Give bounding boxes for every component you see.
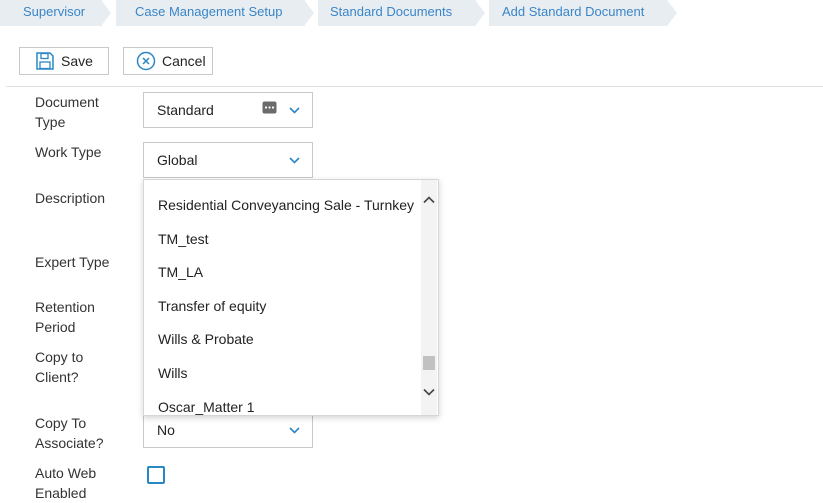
breadcrumb: Supervisor Case Management Setup Standar… bbox=[0, 0, 823, 26]
breadcrumb-item-add-standard-document[interactable]: Add Standard Document bbox=[489, 0, 677, 26]
breadcrumb-item-standard-documents[interactable]: Standard Documents bbox=[318, 0, 487, 26]
work-type-select[interactable]: Global bbox=[143, 142, 313, 178]
retention-period-label: Retention Period bbox=[35, 299, 95, 335]
expert-type-label: Expert Type bbox=[35, 254, 110, 270]
dropdown-option[interactable]: TM_test bbox=[158, 231, 209, 247]
breadcrumb-label: Case Management Setup bbox=[135, 4, 283, 19]
chevron-down-icon bbox=[289, 427, 300, 434]
auto-web-enabled-checkbox[interactable] bbox=[147, 466, 165, 484]
chevron-down-icon[interactable] bbox=[423, 387, 435, 397]
breadcrumb-separator-icon bbox=[476, 0, 487, 26]
copy-to-client-label: Copy to Client? bbox=[35, 349, 84, 385]
document-type-value: Standard bbox=[157, 102, 214, 118]
document-type-select[interactable]: Standard bbox=[143, 92, 313, 128]
cancel-label: Cancel bbox=[162, 53, 206, 69]
work-type-value: Global bbox=[157, 152, 198, 168]
breadcrumb-label: Add Standard Document bbox=[502, 4, 645, 19]
chevron-down-icon bbox=[289, 107, 300, 114]
copy-to-associate-label: Copy To Associate? bbox=[35, 415, 104, 451]
dropdown-option[interactable]: Oscar_Matter 1 bbox=[158, 399, 254, 415]
work-type-label: Work Type bbox=[35, 144, 102, 160]
cancel-icon bbox=[136, 51, 156, 71]
save-icon bbox=[36, 52, 54, 70]
dropdown-scrollbar[interactable] bbox=[421, 180, 437, 415]
chevron-down-icon bbox=[289, 157, 300, 164]
copy-to-associate-value: No bbox=[157, 422, 175, 438]
save-button[interactable]: Save bbox=[19, 47, 109, 75]
breadcrumb-separator-icon bbox=[102, 0, 113, 26]
save-label: Save bbox=[61, 53, 93, 69]
description-label: Description bbox=[35, 190, 106, 206]
auto-web-enabled-label: Auto Web Enabled bbox=[35, 465, 97, 501]
breadcrumb-label: Supervisor bbox=[23, 4, 86, 19]
cancel-button[interactable]: Cancel bbox=[123, 47, 213, 75]
scrollbar-thumb[interactable] bbox=[423, 356, 435, 370]
breadcrumb-separator-icon bbox=[667, 0, 677, 26]
breadcrumb-item-supervisor[interactable]: Supervisor bbox=[0, 0, 113, 26]
dropdown-option[interactable]: Wills & Probate bbox=[158, 331, 254, 347]
copy-to-associate-select[interactable]: No bbox=[143, 412, 313, 448]
breadcrumb-item-case-management-setup[interactable]: Case Management Setup bbox=[116, 0, 316, 26]
dropdown-option[interactable]: TM_LA bbox=[158, 264, 203, 280]
chevron-up-icon[interactable] bbox=[423, 195, 435, 205]
toolbar-divider bbox=[6, 86, 823, 87]
breadcrumb-label: Standard Documents bbox=[330, 4, 453, 19]
dropdown-option[interactable]: Residential Conveyancing Sale - Turnkey bbox=[158, 197, 414, 213]
document-type-label: Document Type bbox=[35, 94, 99, 130]
breadcrumb-separator-icon bbox=[305, 0, 316, 26]
dropdown-option[interactable]: Transfer of equity bbox=[158, 298, 266, 314]
work-type-dropdown-list[interactable]: Residential Conveyancing Sale - Turnkey … bbox=[143, 179, 439, 416]
dropdown-option[interactable]: Wills bbox=[158, 365, 188, 381]
more-icon[interactable] bbox=[262, 101, 277, 114]
